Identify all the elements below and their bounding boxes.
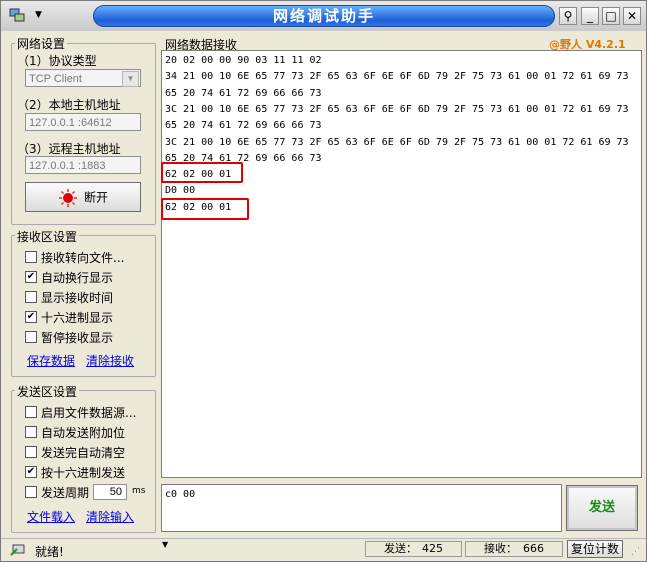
protocol-value: TCP Client — [29, 73, 82, 85]
sent-count-value: 425 — [422, 542, 443, 555]
receive-line: 62 02 00 01 — [165, 169, 232, 181]
send-settings-label: 发送区设置 — [15, 383, 80, 400]
clear-receive-link[interactable]: 清除接收 — [86, 352, 134, 369]
remote-host-field[interactable]: 127.0.0.1 :1883 — [25, 156, 141, 174]
receive-option-label[interactable]: 暂停接收显示 — [41, 329, 113, 346]
status-bar: 就绪! ▼ 发送： 425 接收： 666 复位计数 ⋰ — [1, 538, 646, 562]
sent-count-label: 发送： — [384, 542, 417, 555]
receive-line: 34 21 00 10 6E 65 77 73 2F 65 63 6F 6E 6… — [165, 71, 629, 83]
receive-line: 20 02 00 00 90 03 11 11 02 — [165, 55, 322, 66]
load-file-link[interactable]: 文件载入 — [27, 508, 75, 525]
send-button[interactable]: 发送 — [566, 485, 638, 531]
status-ready: 就绪! — [35, 545, 64, 559]
maximize-icon: □ — [605, 9, 617, 23]
clear-input-link[interactable]: 清除输入 — [86, 508, 134, 525]
network-icon[interactable] — [9, 8, 25, 22]
receive-line: D0 00 — [165, 185, 196, 197]
receive-textarea[interactable]: 20 02 00 00 90 03 11 11 02 34 21 00 10 6E… — [161, 50, 642, 478]
send-checkbox[interactable] — [25, 426, 37, 438]
receive-checkbox[interactable] — [25, 251, 37, 263]
send-textarea[interactable]: c0 00 — [161, 484, 562, 532]
receive-line: 3C 21 00 10 6E 65 77 73 2F 65 63 6F 6E 6… — [165, 136, 629, 148]
disconnect-label: 断开 — [83, 190, 108, 205]
send-checkbox[interactable]: ✔ — [25, 466, 37, 478]
status-icon — [10, 544, 25, 556]
local-host-field[interactable]: 127.0.0.1 :64612 — [25, 113, 141, 131]
protocol-select[interactable]: TCP Client ▼ — [25, 69, 141, 87]
receive-option-label[interactable]: 十六进制显示 — [41, 309, 113, 326]
reset-count-button[interactable]: 复位计数 — [567, 540, 623, 558]
send-period-unit: ms — [132, 486, 146, 496]
recv-count-value: 666 — [523, 542, 544, 555]
pin-icon: ⚲ — [563, 9, 573, 23]
receive-option-label[interactable]: 显示接收时间 — [41, 289, 113, 306]
receive-option-label[interactable]: 接收转向文件... — [41, 249, 124, 266]
receive-line: 65 20 74 61 72 69 66 66 73 — [165, 87, 322, 99]
send-checkbox[interactable] — [25, 446, 37, 458]
send-option-label[interactable]: 发送周期 — [41, 484, 89, 501]
title-bar[interactable]: ▼ 网络调试助手 ⚲ _ □ ✕ — [1, 1, 646, 31]
maximize-button[interactable]: □ — [602, 7, 620, 25]
minimize-button[interactable]: _ — [581, 7, 599, 25]
receive-line: 65 20 74 61 72 69 66 66 73 — [165, 152, 322, 164]
connection-status-icon — [58, 188, 77, 207]
protocol-label: （1）协议类型 — [17, 54, 97, 68]
recv-count-panel: 接收： 666 — [465, 541, 563, 557]
send-option-label[interactable]: 按十六进制发送 — [41, 464, 125, 481]
receive-line: 65 20 74 61 72 69 66 66 73 — [165, 120, 322, 132]
window-title: 网络调试助手 — [93, 5, 555, 27]
network-settings-label: 网络设置 — [15, 35, 68, 52]
resize-grip-icon[interactable]: ⋰ — [631, 547, 640, 557]
receive-checkbox[interactable] — [25, 331, 37, 343]
system-menu-arrow-icon[interactable]: ▼ — [35, 10, 42, 20]
disconnect-button[interactable]: 断开 — [25, 182, 141, 212]
pin-button[interactable]: ⚲ — [559, 7, 577, 25]
receive-line: 62 02 00 01 — [165, 201, 232, 213]
save-data-link[interactable]: 保存数据 — [27, 352, 75, 369]
receive-checkbox[interactable]: ✔ — [25, 271, 37, 283]
app-window: ▼ 网络调试助手 ⚲ _ □ ✕ 网络设置 （1）协议类型 TCP Client… — [0, 0, 647, 562]
send-checkbox[interactable] — [25, 486, 37, 498]
close-icon: ✕ — [626, 9, 638, 23]
chevron-down-icon[interactable]: ▼ — [122, 71, 139, 87]
close-button[interactable]: ✕ — [623, 7, 641, 25]
send-period-input[interactable]: 50 — [93, 484, 127, 500]
send-option-label[interactable]: 自动发送附加位 — [41, 424, 125, 441]
receive-settings-label: 接收区设置 — [15, 228, 80, 245]
receive-checkbox[interactable] — [25, 291, 37, 303]
splitter-arrow-icon[interactable]: ▼ — [162, 540, 168, 549]
send-checkbox[interactable] — [25, 406, 37, 418]
receive-checkbox[interactable]: ✔ — [25, 311, 37, 323]
remote-host-label: （3）远程主机地址 — [17, 142, 121, 156]
receive-line: 3C 21 00 10 6E 65 77 73 2F 65 63 6F 6E 6… — [165, 103, 629, 115]
send-option-label[interactable]: 发送完自动清空 — [41, 444, 125, 461]
recv-count-label: 接收： — [484, 542, 517, 555]
receive-option-label[interactable]: 自动换行显示 — [41, 269, 113, 286]
minimize-icon: _ — [587, 9, 593, 23]
sent-count-panel: 发送： 425 — [365, 541, 462, 557]
local-host-label: （2）本地主机地址 — [17, 98, 121, 112]
send-option-label[interactable]: 启用文件数据源... — [41, 404, 136, 421]
